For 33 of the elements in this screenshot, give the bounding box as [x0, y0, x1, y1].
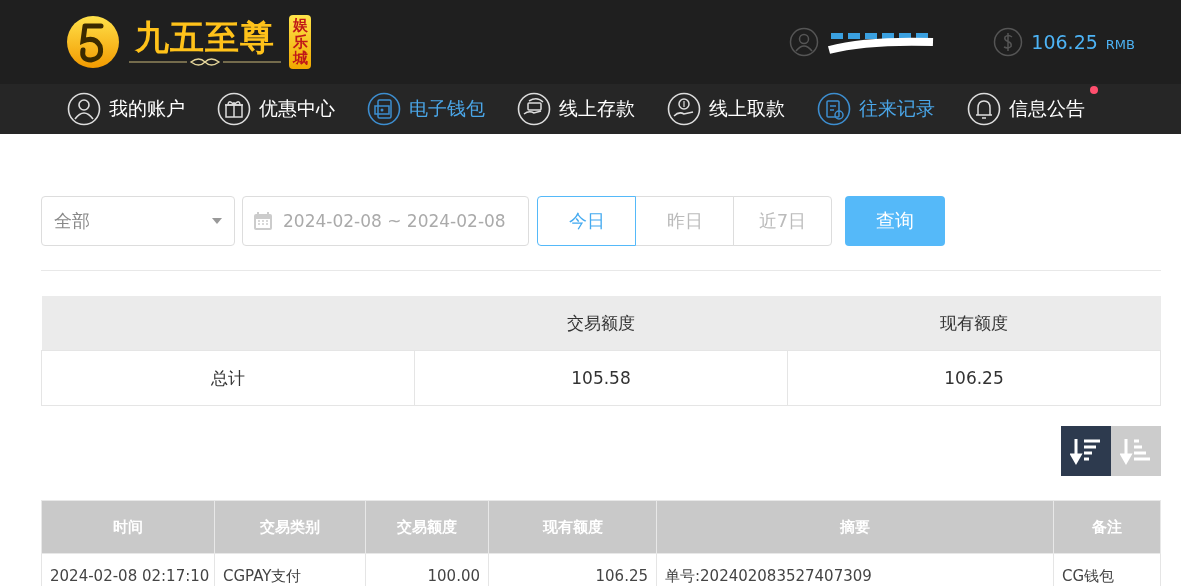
logo-title: 九五至尊 [135, 17, 275, 57]
user-icon [67, 92, 101, 126]
bell-icon [967, 92, 1001, 126]
nav-link[interactable]: 线上取款 [667, 92, 785, 126]
logo-emblem-icon [65, 14, 121, 70]
calendar-icon [253, 211, 273, 231]
caret-icon [212, 218, 222, 224]
hand-coin-icon [667, 92, 701, 126]
table-cell: 2024-02-08 02:17:10 [41, 553, 215, 586]
ornament-line-icon [127, 57, 283, 67]
user-icon [789, 27, 820, 57]
table-cell: 总计 [41, 350, 415, 406]
nav-link[interactable]: 我的账户 [67, 92, 185, 126]
hand-card-icon [517, 92, 551, 126]
nav-link[interactable]: 线上存款 [517, 92, 635, 126]
gift-icon [217, 92, 251, 126]
nav-link[interactable]: 优惠中心 [217, 92, 335, 126]
logo-badge: 娱乐城 [289, 15, 311, 69]
column-header: 现有额度 [787, 296, 1161, 351]
currency-label: RMB [1105, 37, 1135, 52]
nav-link[interactable]: 信息公告 [967, 92, 1085, 126]
sort-descending-button[interactable] [1061, 426, 1111, 476]
nav-link[interactable]: 往来记录 [817, 92, 935, 126]
column-header: 交易额度 [414, 296, 788, 351]
date-range-value: 2024-02-08 ~ 2024-02-08 [283, 211, 506, 231]
clipboard-clock-icon [817, 92, 851, 126]
nav-link[interactable]: 电子钱包 [367, 92, 485, 126]
table-cell: 105.58 [414, 350, 788, 406]
type-dropdown[interactable]: 全部 [41, 196, 235, 246]
table-cell: 106.25 [787, 350, 1161, 406]
dollar-icon [993, 27, 1024, 57]
balance-amount: 106.25 [1031, 31, 1098, 53]
wallet-icon [367, 92, 401, 126]
